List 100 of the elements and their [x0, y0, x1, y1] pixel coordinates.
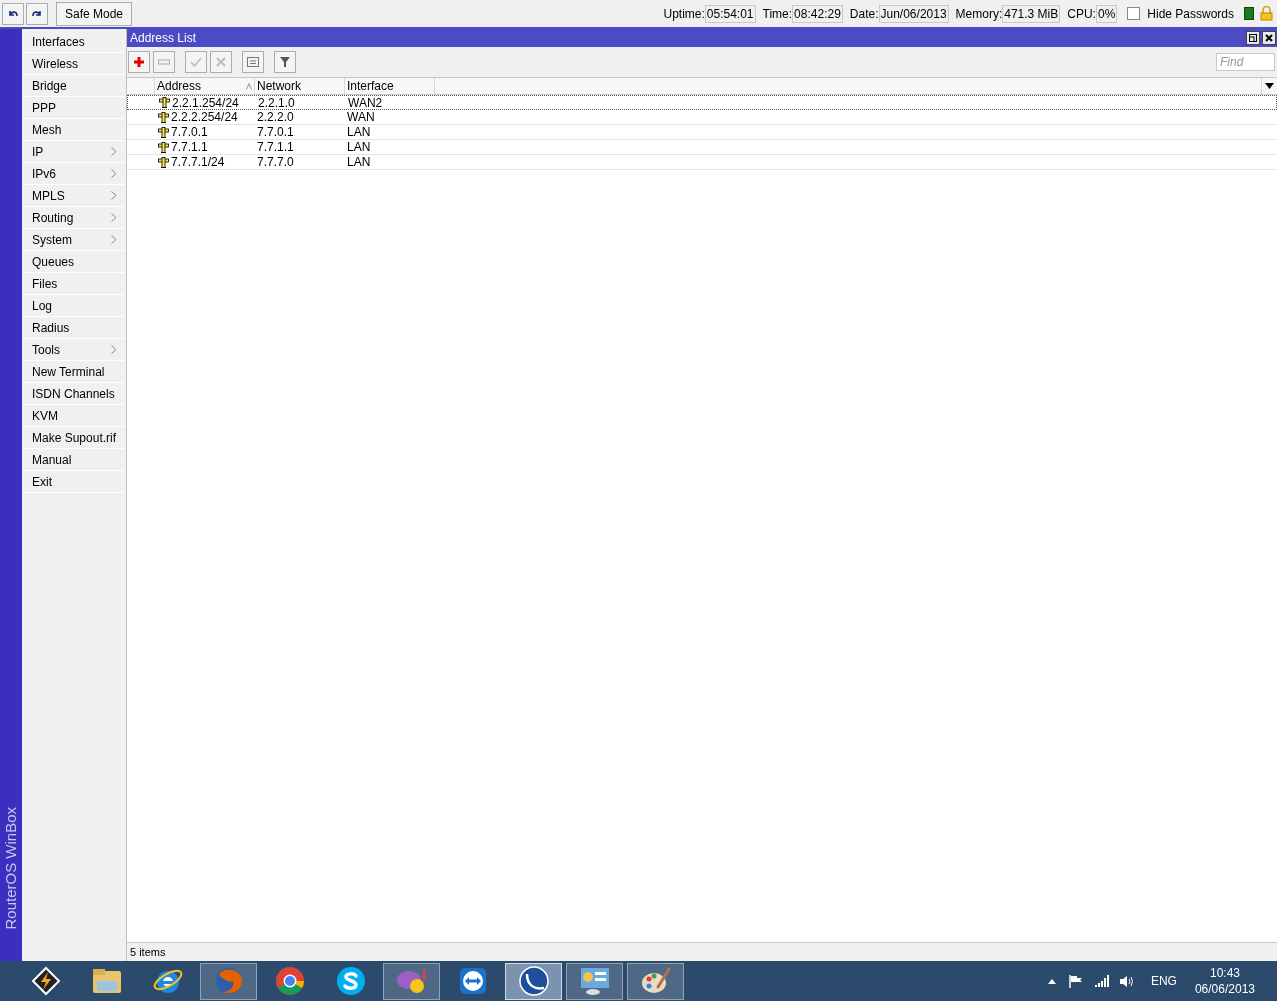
dropdown-arrow-icon	[1265, 83, 1274, 89]
menu-item[interactable]: New Terminal	[23, 361, 125, 383]
address-plug-icon	[158, 97, 171, 108]
menu-item[interactable]: PPP	[23, 97, 125, 119]
window-title: Address List	[130, 30, 197, 47]
menu-item[interactable]: Mesh	[23, 119, 125, 141]
table-row[interactable]: 2.2.1.254/24 2.2.1.0 WAN2	[127, 95, 1277, 110]
menu-item[interactable]: Bridge	[23, 75, 125, 97]
hide-passwords-label[interactable]: Hide Passwords	[1147, 4, 1234, 23]
status-indicator-icon	[1244, 7, 1254, 20]
table-row[interactable]: 2.2.2.254/24 2.2.2.0 WAN	[127, 110, 1277, 125]
address-cell: 7.7.1.1	[171, 140, 208, 154]
network-cell: 2.2.1.0	[258, 96, 295, 110]
menu-item[interactable]: Manual	[23, 449, 125, 471]
menu-item[interactable]: Tools	[23, 339, 125, 361]
stat-value: Jun/06/2013	[878, 4, 949, 23]
interface-cell: LAN	[347, 125, 371, 139]
signal-bars-icon[interactable]	[1094, 975, 1109, 987]
folder-icon	[90, 967, 123, 995]
menu-item[interactable]: System	[23, 229, 125, 251]
column-menu-button[interactable]	[1261, 78, 1277, 94]
add-button[interactable]	[128, 51, 150, 73]
comment-button[interactable]	[242, 51, 264, 73]
item-count: 5 items	[130, 944, 166, 960]
filter-button[interactable]	[274, 51, 296, 73]
stat-label: CPU:	[1067, 5, 1096, 23]
safe-mode-button[interactable]: Safe Mode	[56, 1, 133, 26]
menu-item[interactable]: IPv6	[23, 163, 125, 185]
undo-button[interactable]	[2, 2, 24, 25]
column-header[interactable]: Address	[155, 78, 255, 94]
stat-label: Time:	[762, 5, 793, 23]
redo-button[interactable]	[26, 2, 48, 25]
minus-icon	[158, 59, 170, 65]
menu-item[interactable]: Queues	[23, 251, 125, 273]
speaker-icon[interactable]	[1118, 974, 1135, 988]
column-header[interactable]: Network	[255, 78, 345, 94]
menu-item[interactable]: Log	[23, 295, 125, 317]
table-row[interactable]: 7.7.0.1 7.7.0.1 LAN	[127, 125, 1277, 140]
stat-value: 08:42:29	[792, 4, 843, 23]
stat-label: Date:	[849, 5, 879, 23]
round-logo-icon	[517, 965, 550, 997]
funnel-icon	[279, 56, 291, 68]
menu-item[interactable]: Wireless	[23, 53, 125, 75]
show-hidden-icons-icon[interactable]	[1047, 978, 1056, 984]
flag-icon[interactable]	[1068, 974, 1083, 988]
taskbar-clock[interactable]: 10:43 06/06/2013	[1194, 965, 1255, 997]
smiley-messenger-icon	[394, 966, 429, 996]
menu-item[interactable]: Make Supout.rif	[23, 427, 125, 449]
restore-button[interactable]	[1246, 31, 1260, 45]
menu-item[interactable]: Radius	[23, 317, 125, 339]
menu-item[interactable]: KVM	[23, 405, 125, 427]
menu-item[interactable]: Exit	[23, 471, 125, 493]
address-cell: 7.7.0.1	[171, 125, 208, 139]
address-cell: 2.2.1.254/24	[172, 95, 239, 110]
stat-label: Uptime:	[663, 5, 705, 23]
stat-value: 05:54:01	[704, 4, 756, 23]
menu-item[interactable]: MPLS	[23, 185, 125, 207]
close-button[interactable]	[1262, 31, 1276, 45]
find-field[interactable]: Find	[1216, 53, 1275, 71]
menu-item[interactable]: Files	[23, 273, 125, 295]
check-icon	[190, 56, 202, 68]
address-plug-icon	[157, 141, 170, 153]
language-indicator[interactable]: ENG	[1150, 972, 1177, 990]
menu-item[interactable]: Interfaces	[23, 31, 125, 53]
menu-item[interactable]: IP	[23, 141, 125, 163]
stat-value: 471.3 MiB	[1002, 4, 1061, 23]
network-cell: 7.7.0.1	[257, 125, 294, 139]
menu-item[interactable]: Routing	[23, 207, 125, 229]
address-plug-icon	[157, 156, 170, 168]
menu-item[interactable]: ISDN Channels	[23, 383, 125, 405]
cross-icon	[215, 56, 227, 68]
padlock-icon	[1260, 6, 1273, 21]
plus-icon	[133, 56, 145, 68]
interface-cell: WAN	[347, 110, 375, 124]
column-header[interactable]: Interface	[345, 78, 435, 94]
stat-value: 0%	[1095, 4, 1118, 23]
hide-passwords-checkbox[interactable]	[1127, 7, 1141, 20]
network-cell: 2.2.2.0	[257, 110, 294, 124]
taskbar-app-button[interactable]	[566, 962, 623, 1000]
stat-label: Memory:	[955, 5, 1003, 23]
taskbar-app-button[interactable]	[627, 962, 684, 1000]
interface-cell: WAN2	[348, 96, 383, 110]
close-icon	[1265, 34, 1273, 42]
address-plug-icon	[157, 126, 170, 138]
network-cell: 7.7.1.1	[257, 140, 294, 154]
lightning-bolt-icon	[30, 966, 61, 996]
letter-s-cloud-icon	[334, 965, 367, 997]
table-row[interactable]: 7.7.1.1 7.7.1.1 LAN	[127, 140, 1277, 155]
network-cell: 7.7.7.0	[257, 155, 294, 169]
chrome-ball-icon	[273, 965, 306, 997]
table-row[interactable]: 7.7.7.1/24 7.7.7.0 LAN	[127, 155, 1277, 170]
note-icon	[247, 57, 259, 67]
control-panel-icon	[578, 966, 611, 996]
address-cell: 7.7.7.1/24	[171, 155, 225, 169]
restore-icon	[1249, 34, 1257, 42]
address-plug-icon	[157, 111, 170, 123]
address-cell: 2.2.2.254/24	[171, 110, 238, 124]
side-strip-label: RouterOS WinBox	[0, 806, 20, 930]
interface-cell: LAN	[347, 155, 371, 169]
interface-cell: LAN	[347, 140, 371, 154]
